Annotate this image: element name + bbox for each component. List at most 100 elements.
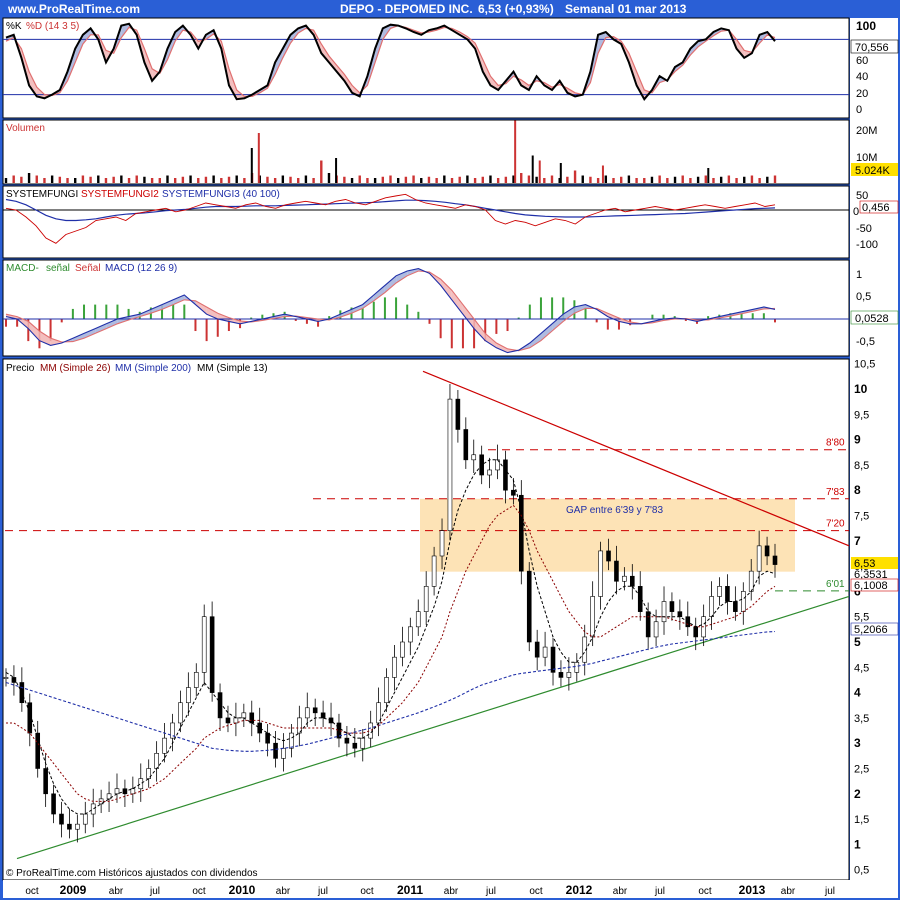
volume-bar-52 bbox=[404, 176, 408, 183]
volume-bar-58 bbox=[450, 178, 454, 183]
volume-bar-79 bbox=[612, 178, 615, 183]
x-tick-7: jul bbox=[317, 886, 328, 897]
volume-bar-31 bbox=[243, 178, 246, 183]
volume-bar-26 bbox=[204, 176, 208, 183]
candle-body-40 bbox=[320, 712, 326, 719]
volume-bar-20 bbox=[158, 178, 161, 183]
macd-hist-18 bbox=[205, 319, 208, 342]
volume-bar-29 bbox=[227, 176, 231, 183]
volume-bar-71 bbox=[550, 175, 554, 183]
chart-period: Semanal 01 mar 2013 bbox=[565, 2, 687, 16]
macd-hist-40 bbox=[450, 319, 453, 349]
chart-title: DEPO - DEPOMED INC. bbox=[340, 2, 473, 16]
volume-bar-1 bbox=[12, 175, 15, 183]
macd-hist-41 bbox=[461, 319, 464, 349]
volume-tick-20m: 20M bbox=[856, 125, 877, 137]
volume-bar-47 bbox=[366, 178, 369, 183]
price-tick-3: 9 bbox=[854, 433, 861, 447]
volume-bar-91 bbox=[704, 175, 707, 183]
volume-spike-5 bbox=[538, 160, 541, 183]
sf-legend-1: SYSTEMFUNGI bbox=[6, 189, 78, 200]
macd-hist-39 bbox=[439, 319, 442, 339]
volume-bar-63 bbox=[489, 175, 492, 183]
volume-bar-88 bbox=[681, 175, 684, 183]
x-tick-5: 2010 bbox=[229, 883, 256, 897]
candle-body-53 bbox=[423, 586, 429, 612]
candle-body-32 bbox=[257, 722, 262, 734]
macd-tick-1: 1 bbox=[856, 269, 862, 281]
candle-body-23 bbox=[186, 687, 191, 704]
volume-bar-55 bbox=[427, 176, 431, 183]
candle-body-75 bbox=[598, 550, 603, 597]
volume-bar-83 bbox=[643, 178, 646, 183]
candle-body-0 bbox=[3, 677, 9, 679]
volume-bar-36 bbox=[281, 175, 285, 183]
sf-legend-3: SYSTEMFUNGI3 (40 100) bbox=[162, 189, 280, 200]
macd-legend-1: MACD- bbox=[6, 263, 39, 274]
volume-bar-2 bbox=[20, 176, 23, 183]
candle-body-56 bbox=[447, 398, 453, 531]
macd-hist-16 bbox=[183, 304, 186, 320]
sf-legend-2: SYSTEMFUNGI2 bbox=[81, 189, 159, 200]
stoch-last-value: 70,556 bbox=[855, 42, 889, 54]
stoch-tick-40: 40 bbox=[856, 71, 868, 83]
x-tick-11: jul bbox=[485, 886, 496, 897]
candle-body-24 bbox=[193, 672, 199, 688]
y-axis-strip bbox=[850, 18, 898, 880]
volume-last-value: 5.024K bbox=[855, 165, 891, 177]
candle-body-78 bbox=[622, 575, 627, 582]
price-tick-18: 1,5 bbox=[854, 814, 869, 826]
candle-body-58 bbox=[463, 429, 469, 461]
volume-bar-95 bbox=[735, 178, 738, 183]
volume-bar-0 bbox=[4, 178, 8, 183]
site-url[interactable]: www.ProRealTime.com bbox=[7, 2, 140, 16]
candle-body-83 bbox=[661, 601, 667, 623]
candle-body-90 bbox=[717, 586, 722, 597]
volume-bar-64 bbox=[496, 178, 500, 183]
candle-body-43 bbox=[344, 737, 350, 744]
volume-bar-62 bbox=[481, 176, 484, 183]
volume-bar-16 bbox=[127, 178, 131, 183]
candle-body-79 bbox=[629, 575, 635, 587]
macd-hist-33 bbox=[372, 301, 375, 320]
x-tick-19: jul bbox=[824, 886, 835, 897]
candle-body-51 bbox=[408, 626, 413, 643]
macd-hist-9 bbox=[105, 304, 108, 320]
candle-body-94 bbox=[748, 570, 754, 592]
volume-bar-10 bbox=[81, 175, 85, 183]
volume-bar-22 bbox=[173, 178, 177, 183]
volume-bar-13 bbox=[104, 178, 108, 183]
volume-bar-27 bbox=[212, 175, 215, 183]
candle-body-9 bbox=[75, 823, 80, 830]
volume-bar-89 bbox=[689, 178, 692, 183]
candle-body-76 bbox=[606, 550, 611, 562]
candle-body-66 bbox=[526, 570, 532, 643]
price-tick-7: 7 bbox=[854, 534, 861, 548]
volume-bar-45 bbox=[350, 178, 354, 183]
price-legend-4: MM (Simple 13) bbox=[197, 363, 268, 374]
price-legend-2: MM (Simple 26) bbox=[40, 363, 111, 374]
volume-bar-40 bbox=[312, 178, 315, 183]
volume-bar-69 bbox=[535, 176, 538, 183]
macd-hist-15 bbox=[172, 304, 175, 320]
price-tick-0: 10,5 bbox=[854, 359, 875, 371]
gap-label: GAP entre 6'39 y 7'83 bbox=[566, 505, 663, 516]
candle-body-6 bbox=[51, 793, 56, 815]
volume-bar-7 bbox=[58, 176, 62, 183]
level-label-2: 7'20 bbox=[826, 519, 845, 530]
volume-bar-11 bbox=[89, 176, 92, 183]
volume-bar-17 bbox=[135, 175, 138, 183]
x-tick-4: oct bbox=[192, 886, 206, 897]
macd-hist-47 bbox=[528, 304, 531, 320]
x-tick-16: oct bbox=[698, 886, 712, 897]
volume-panel bbox=[2, 119, 850, 185]
macd-hist-27 bbox=[305, 319, 308, 324]
volume-bar-6 bbox=[50, 175, 54, 183]
macd-hist-37 bbox=[417, 311, 420, 320]
candle-body-65 bbox=[519, 494, 524, 572]
volume-bar-70 bbox=[543, 178, 546, 183]
volume-bar-44 bbox=[343, 176, 346, 183]
candle-body-5 bbox=[43, 768, 48, 795]
macd-hist-69 bbox=[774, 319, 776, 323]
macd-tick-05: 0,5 bbox=[856, 291, 871, 303]
